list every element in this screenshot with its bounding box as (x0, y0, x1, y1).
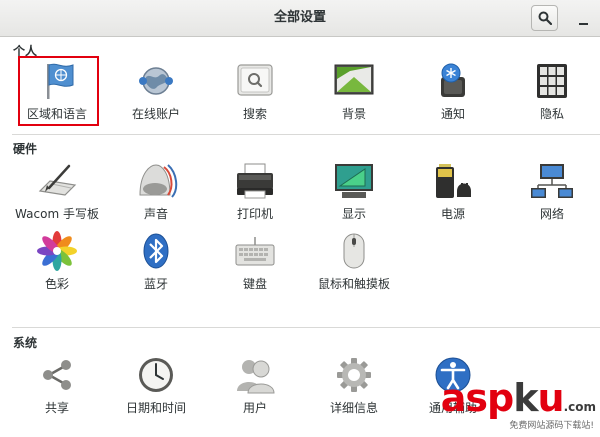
settings-item-label: 色彩 (44, 277, 69, 291)
settings-item-label: 日期和时间 (125, 401, 186, 415)
network-icon (530, 161, 574, 201)
settings-item-search[interactable]: 搜索 (210, 61, 300, 127)
mouse-icon (332, 231, 376, 271)
header-bar: 全部设置 (0, 0, 600, 37)
notifications-icon (431, 61, 475, 101)
settings-item-label: 电源 (440, 207, 465, 221)
details-gear-icon (332, 355, 376, 395)
settings-item-label: Wacom 手写板 (15, 207, 99, 221)
section-title-system: 系统 (13, 336, 38, 350)
settings-item-power[interactable]: 电源 (408, 161, 498, 227)
settings-item-label: 声音 (143, 207, 168, 221)
watermark-subtitle: 免费网站源码下载站! (509, 421, 594, 431)
section-title-hardware: 硬件 (13, 142, 38, 156)
search-button[interactable] (531, 5, 558, 31)
settings-item-online-accounts[interactable]: 在线账户 (111, 61, 201, 127)
divider (12, 327, 600, 328)
minimize-icon (579, 23, 588, 25)
settings-item-mouse-touchpad[interactable]: 鼠标和触摸板 (309, 231, 399, 297)
color-icon (35, 231, 79, 271)
settings-item-details[interactable]: 详细信息 (309, 355, 399, 421)
settings-item-sound[interactable]: 声音 (111, 161, 201, 227)
settings-item-label: 网络 (539, 207, 564, 221)
wacom-tablet-icon (35, 161, 79, 201)
users-icon (233, 355, 277, 395)
settings-item-printer[interactable]: 打印机 (210, 161, 300, 227)
settings-item-network[interactable]: 网络 (507, 161, 597, 227)
settings-item-label: 鼠标和触摸板 (317, 277, 390, 291)
settings-item-users[interactable]: 用户 (210, 355, 300, 421)
settings-item-label: 蓝牙 (143, 277, 168, 291)
settings-item-label: 搜索 (242, 107, 267, 121)
settings-item-privacy[interactable]: 隐私 (507, 61, 597, 127)
settings-item-label: 共享 (44, 401, 69, 415)
settings-item-label: 隐私 (539, 107, 564, 121)
printer-icon (233, 161, 277, 201)
settings-item-bluetooth[interactable]: 蓝牙 (111, 231, 201, 297)
sharing-icon (35, 355, 79, 395)
settings-item-keyboard[interactable]: 键盘 (210, 231, 300, 297)
background-icon (332, 61, 376, 101)
minimize-button[interactable] (572, 5, 596, 31)
settings-item-display[interactable]: 显示 (309, 161, 399, 227)
settings-item-notifications[interactable]: 通知 (408, 61, 498, 127)
power-icon (431, 161, 475, 201)
display-icon (332, 161, 376, 201)
settings-item-background[interactable]: 背景 (309, 61, 399, 127)
settings-item-date-time[interactable]: 日期和时间 (111, 355, 201, 421)
sound-icon (134, 161, 178, 201)
search-icon (233, 61, 277, 101)
settings-item-label: 键盘 (242, 277, 267, 291)
settings-item-label: 显示 (341, 207, 366, 221)
settings-item-label: 在线账户 (131, 107, 180, 121)
settings-item-label: 详细信息 (329, 401, 378, 415)
settings-item-label: 通知 (440, 107, 465, 121)
keyboard-icon (233, 231, 277, 271)
settings-item-label: 打印机 (236, 207, 273, 221)
highlight-box (18, 56, 99, 126)
window-title: 全部设置 (273, 10, 326, 25)
settings-item-wacom[interactable]: Wacom 手写板 (12, 161, 102, 227)
settings-item-label: 用户 (242, 401, 267, 415)
watermark-logo: aspku.com 免费网站源码下载站! (432, 378, 600, 437)
settings-item-sharing[interactable]: 共享 (12, 355, 102, 421)
settings-item-label: 背景 (341, 107, 366, 121)
privacy-icon (530, 61, 574, 101)
clock-icon (134, 355, 178, 395)
divider (12, 134, 600, 135)
bluetooth-icon (134, 231, 178, 271)
online-accounts-icon (134, 61, 178, 101)
search-icon (538, 11, 552, 25)
settings-item-color[interactable]: 色彩 (12, 231, 102, 297)
